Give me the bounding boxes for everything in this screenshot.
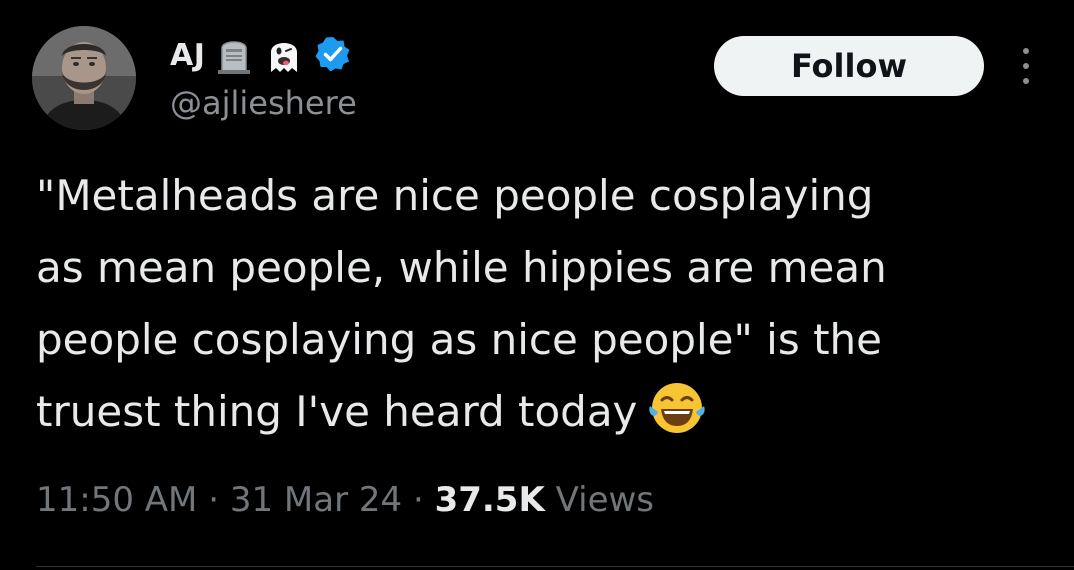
divider: [36, 566, 1074, 567]
more-dot: [1023, 78, 1029, 84]
tweet-text-line-last: truest thing I've heard today: [36, 376, 1046, 448]
tweet-text: "Metalheads are nice people cosplaying a…: [36, 160, 1046, 448]
more-vertical-icon[interactable]: [1012, 44, 1040, 88]
tweet-text-line: as mean people, while hippies are mean: [36, 243, 887, 292]
headstone-icon: [213, 34, 255, 76]
author-name-row: AJ: [170, 30, 355, 80]
more-dot: [1023, 63, 1029, 69]
ghost-icon: [263, 34, 305, 76]
tweet-text-line: people cosplaying as nice people" is the: [36, 315, 883, 364]
verified-badge-icon: [313, 34, 355, 76]
author-handle[interactable]: @ajlieshere: [170, 84, 357, 122]
more-dot: [1023, 48, 1029, 54]
laughing-tears-emoji-icon: [647, 378, 707, 438]
follow-button[interactable]: Follow: [714, 36, 984, 96]
meta-separator: ·: [208, 480, 220, 520]
avatar[interactable]: [32, 26, 136, 130]
tweet-card: AJ @ajlieshere Follow "Metalheads are ni…: [0, 0, 1074, 570]
tweet-meta: 11:50 AM · 31 Mar 24 · 37.5K Views: [36, 480, 654, 520]
views-label: Views: [555, 480, 655, 520]
views-count: 37.5K: [434, 480, 545, 520]
meta-separator: ·: [412, 480, 424, 520]
tweet-date[interactable]: 31 Mar 24: [230, 480, 402, 520]
avatar-image: [32, 26, 136, 130]
tweet-text-line: truest thing I've heard today: [36, 387, 638, 436]
author-display-name[interactable]: AJ: [170, 38, 205, 73]
tweet-time[interactable]: 11:50 AM: [36, 480, 197, 520]
tweet-text-line: "Metalheads are nice people cosplaying: [36, 171, 874, 220]
